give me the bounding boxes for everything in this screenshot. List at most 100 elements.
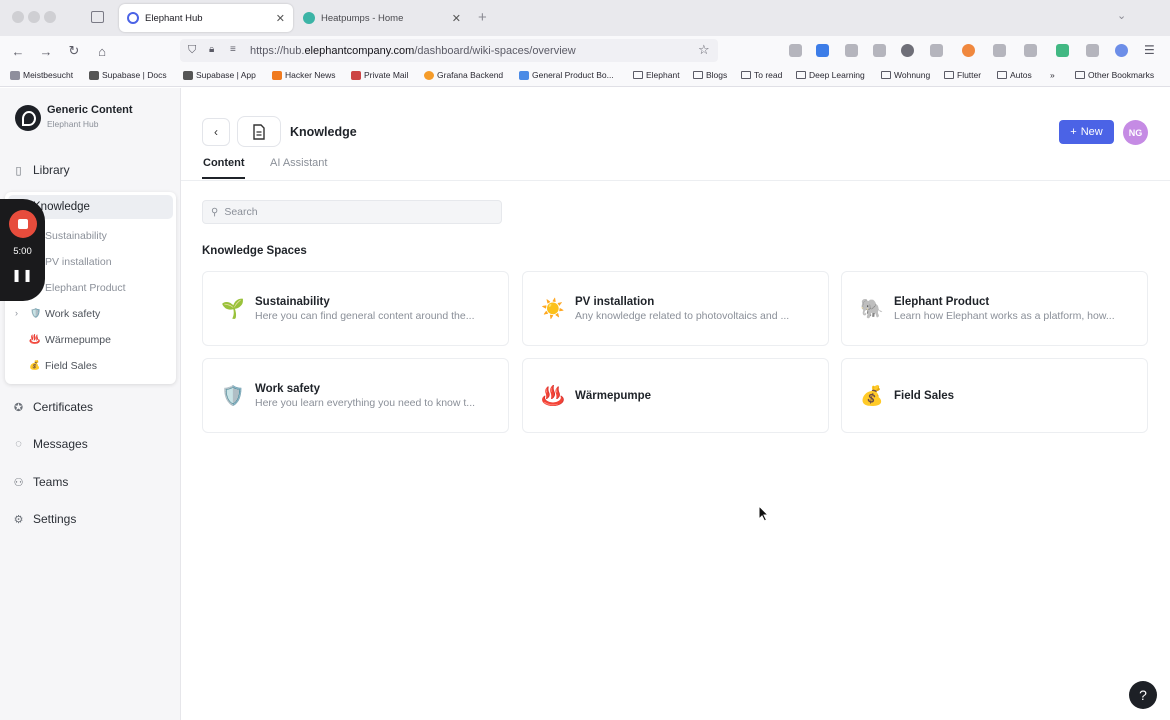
bookmark-folder[interactable]: Elephant: [633, 70, 680, 80]
tab-label: Elephant Hub: [145, 12, 203, 24]
star-icon[interactable]: ☆: [698, 42, 710, 58]
sidebar-item-settings[interactable]: ⚙ Settings: [12, 512, 77, 526]
card-title: Work safety: [255, 382, 320, 395]
window-maximize-button[interactable]: [44, 11, 56, 23]
tab-elephant-hub[interactable]: Elephant Hub ✕: [119, 4, 293, 32]
space-card-field-sales[interactable]: 💰 Field Sales: [841, 358, 1148, 433]
chevron-down-icon[interactable]: ⌄: [1117, 9, 1126, 22]
new-button[interactable]: + New: [1059, 120, 1114, 144]
account-icon[interactable]: [1115, 44, 1128, 57]
sidebar-subitem-waermepumpe[interactable]: Wärmepumpe: [45, 334, 111, 346]
tab-overview-icon[interactable]: [91, 11, 104, 23]
extension-grid-icon[interactable]: [930, 44, 943, 57]
bookmarks-overflow-icon[interactable]: »: [1050, 70, 1055, 80]
tab-heatpumps[interactable]: Heatpumps - Home ✕: [295, 4, 469, 32]
help-button[interactable]: ?: [1129, 681, 1157, 709]
new-tab-icon[interactable]: +: [478, 9, 487, 26]
url-bar[interactable]: ⛉ 🔒︎ ≡ https://hub. elephantcompany.com/d…: [180, 39, 718, 62]
close-icon[interactable]: ✕: [276, 12, 285, 25]
window-close-button[interactable]: [12, 11, 24, 23]
sidebar-item-teams[interactable]: ⚇ Teams: [12, 475, 69, 489]
chevron-right-icon[interactable]: ›: [15, 308, 18, 318]
space-card-waermepumpe[interactable]: ♨️ Wärmepumpe: [522, 358, 829, 433]
sidebar-item-label: Library: [33, 163, 70, 177]
pause-recording-button[interactable]: ❚❚: [0, 268, 45, 282]
space-card-work-safety[interactable]: 🛡️ Work safety Here you learn everything …: [202, 358, 509, 433]
elephant-icon: 🐘: [860, 298, 884, 320]
extension-n-icon[interactable]: [901, 44, 914, 57]
gear-icon: [10, 70, 20, 80]
reload-icon[interactable]: ↻: [65, 42, 83, 60]
bookmark-folder[interactable]: Deep Learning: [796, 70, 865, 80]
bookmark-folder[interactable]: Blogs: [693, 70, 727, 80]
document-icon-button[interactable]: [237, 116, 281, 147]
bookmark-folder[interactable]: To read: [741, 70, 782, 80]
extension-shield-icon[interactable]: [993, 44, 1006, 57]
bookmark-label: Supabase | App: [196, 70, 256, 80]
extension-box-icon[interactable]: [1024, 44, 1037, 57]
avatar[interactable]: NG: [1123, 120, 1148, 145]
close-icon[interactable]: ✕: [452, 12, 461, 25]
card-description: Learn how Elephant works as a platform, …: [894, 309, 1115, 322]
bookmark-item[interactable]: Meistbesucht: [10, 70, 73, 80]
card-title: Elephant Product: [894, 295, 990, 308]
sidebar-subitem-pv-installation[interactable]: PV installation: [45, 256, 112, 268]
permissions-icon[interactable]: ≡: [230, 44, 236, 55]
bookmark-folder[interactable]: Flutter: [944, 70, 981, 80]
bookmark-folder[interactable]: Wohnung: [881, 70, 930, 80]
sidebar-subitem-sustainability[interactable]: Sustainability: [45, 230, 107, 242]
space-card-elephant-product[interactable]: 🐘 Elephant Product Learn how Elephant wor…: [841, 271, 1148, 346]
folder-icon: [633, 71, 643, 79]
sidebar-subitem-field-sales[interactable]: Field Sales: [45, 360, 97, 372]
bookmark-folder[interactable]: Other Bookmarks: [1075, 70, 1154, 80]
sidebar-item-certificates[interactable]: ✪ Certificates: [12, 400, 93, 414]
space-card-pv-installation[interactable]: ☀️ PV installation Any knowledge related …: [522, 271, 829, 346]
lock-icon[interactable]: 🔒︎: [209, 44, 214, 55]
sidebar-item-messages[interactable]: ◌ Messages: [12, 437, 88, 451]
bookmark-item[interactable]: Supabase | App: [183, 70, 256, 80]
library-icon[interactable]: [845, 44, 858, 57]
search-field[interactable]: ⚲ Search: [202, 200, 502, 224]
extension-orange-icon[interactable]: [962, 44, 975, 57]
bookmark-item[interactable]: Supabase | Docs: [89, 70, 167, 80]
space-card-sustainability[interactable]: 🌱 Sustainability Here you can find genera…: [202, 271, 509, 346]
sidebar-subitem-work-safety[interactable]: Work safety: [45, 308, 100, 320]
bookmark-item[interactable]: Private Mail: [351, 70, 408, 80]
sidebar-toggle-icon[interactable]: [873, 44, 886, 57]
sidebar-subitem-elephant-product[interactable]: Elephant Product: [45, 282, 126, 294]
recording-timer: 5:00: [13, 246, 32, 257]
supabase-icon: [183, 70, 193, 80]
download-icon[interactable]: [816, 44, 829, 57]
back-arrow-icon[interactable]: ←: [9, 42, 27, 60]
pocket-icon[interactable]: [789, 44, 802, 57]
shield-icon[interactable]: ⛉: [188, 44, 196, 57]
bookmark-label: Blogs: [706, 70, 728, 80]
page-title: Knowledge: [290, 125, 357, 139]
folder-icon: [881, 71, 891, 79]
tab-ai-assistant[interactable]: AI Assistant: [270, 157, 327, 169]
folder-icon: [1075, 71, 1085, 79]
sidebar-item-library[interactable]: ▯ Library: [12, 163, 70, 177]
brand-subtitle: Elephant Hub: [47, 119, 99, 129]
bookmark-item[interactable]: General Product Bo...: [519, 70, 614, 80]
window-minimize-button[interactable]: [28, 11, 40, 23]
book-icon: ▯: [15, 164, 22, 177]
stop-recording-button[interactable]: [9, 210, 37, 238]
vue-devtools-icon[interactable]: [1056, 44, 1069, 57]
bookmark-item[interactable]: Grafana Backend: [424, 70, 503, 80]
sidebar-item-label: Messages: [33, 437, 88, 451]
folder-icon: [796, 71, 806, 79]
shield-icon: 🛡️: [221, 385, 245, 407]
menu-icon[interactable]: ☰: [1144, 43, 1155, 57]
tab-content[interactable]: Content: [203, 157, 245, 169]
browser-nav-bar: ← → ↻ ⌂ ⛉ 🔒︎ ≡ https://hub. elephantcompa…: [0, 36, 1170, 65]
bookmark-item[interactable]: Hacker News: [272, 70, 336, 80]
home-icon[interactable]: ⌂: [93, 42, 111, 60]
sidebar-item-label: Settings: [33, 512, 77, 526]
forward-arrow-icon[interactable]: →: [37, 42, 55, 60]
extensions-puzzle-icon[interactable]: [1086, 44, 1099, 57]
bookmark-label: Deep Learning: [809, 70, 865, 80]
bookmark-folder[interactable]: Autos: [997, 70, 1032, 80]
gear-icon: ⚙: [13, 513, 24, 526]
back-button[interactable]: ‹: [202, 118, 230, 146]
